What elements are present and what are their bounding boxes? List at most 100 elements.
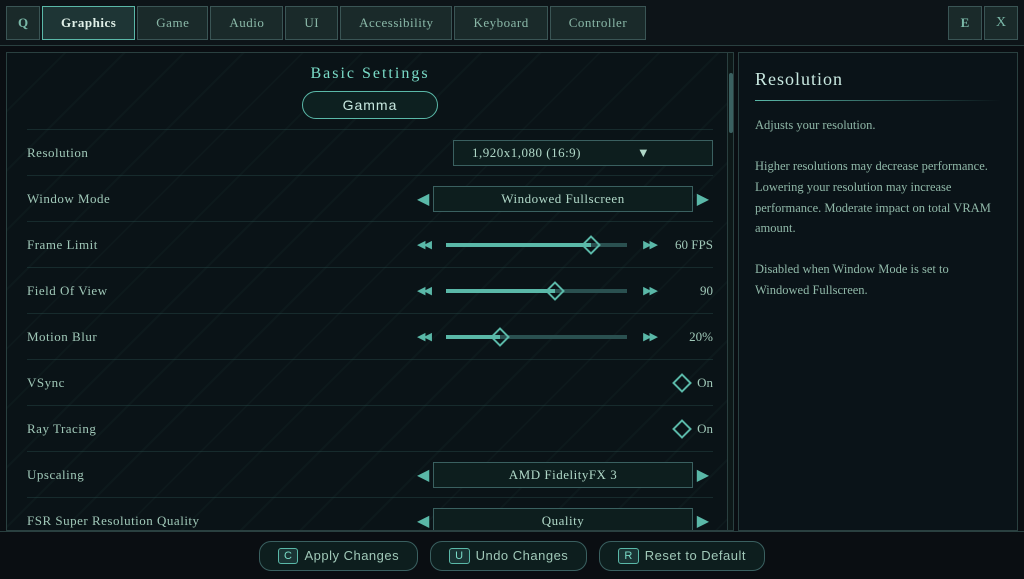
motion-blur-track-bar: [446, 335, 627, 339]
vsync-control: On: [227, 375, 713, 391]
upscaling-prev-button[interactable]: ◀: [413, 465, 433, 485]
fov-track[interactable]: [442, 281, 631, 301]
vsync-diamond-icon: [672, 373, 692, 393]
frame-limit-fill: [446, 243, 591, 247]
tab-controller[interactable]: Controller: [550, 6, 646, 40]
setting-row-fov: Field Of View ◀◀ ▶▶ 90: [27, 267, 713, 313]
ray-tracing-label: Ray Tracing: [27, 421, 227, 437]
window-mode-prev-button[interactable]: ◀: [413, 189, 433, 209]
motion-blur-inc-button[interactable]: ▶▶: [639, 330, 660, 343]
upscaling-label: Upscaling: [27, 467, 227, 483]
fov-label: Field Of View: [27, 283, 227, 299]
undo-key-badge: U: [449, 548, 469, 564]
panel-title: Basic Settings: [7, 53, 733, 91]
fov-thumb: [545, 281, 565, 301]
setting-row-window-mode: Window Mode ◀ Windowed Fullscreen ▶: [27, 175, 713, 221]
info-title: Resolution: [755, 69, 1001, 90]
close-button[interactable]: X: [984, 6, 1018, 40]
apply-key-badge: C: [278, 548, 298, 564]
frame-limit-value: 60 FPS: [668, 237, 713, 253]
tab-game[interactable]: Game: [137, 6, 208, 40]
fov-track-bar: [446, 289, 627, 293]
vsync-toggle[interactable]: On: [633, 375, 713, 391]
frame-limit-inc-button[interactable]: ▶▶: [639, 238, 660, 251]
fsr-label: FSR Super Resolution Quality: [27, 513, 227, 529]
apply-label: Apply Changes: [304, 548, 399, 563]
fov-slider: ◀◀ ▶▶ 90: [413, 281, 713, 301]
tab-keyboard[interactable]: Keyboard: [454, 6, 547, 40]
info-text: Adjusts your resolution. Higher resoluti…: [755, 115, 1001, 301]
apply-changes-button[interactable]: C Apply Changes: [259, 541, 418, 571]
window-mode-label: Window Mode: [27, 191, 227, 207]
tab-accessibility[interactable]: Accessibility: [340, 6, 452, 40]
ray-tracing-diamond-icon: [672, 419, 692, 439]
motion-blur-thumb: [490, 327, 510, 347]
info-divider: [755, 100, 1001, 101]
settings-area: Resolution 1,920x1,080 (16:9) ▼ Window M…: [7, 129, 733, 531]
gamma-section: Gamma: [7, 91, 733, 119]
setting-row-fsr: FSR Super Resolution Quality ◀ Quality ▶: [27, 497, 713, 531]
window-mode-arrow-control: ◀ Windowed Fullscreen ▶: [413, 186, 713, 212]
upscaling-value: AMD FidelityFX 3: [433, 462, 692, 488]
vsync-value: On: [697, 375, 713, 391]
fov-control: ◀◀ ▶▶ 90: [227, 281, 713, 301]
undo-changes-button[interactable]: U Undo Changes: [430, 541, 587, 571]
setting-row-frame-limit: Frame Limit ◀◀ ▶▶ 60 FPS: [27, 221, 713, 267]
setting-row-motion-blur: Motion Blur ◀◀ ▶▶ 20%: [27, 313, 713, 359]
resolution-control: 1,920x1,080 (16:9) ▼: [227, 140, 713, 166]
motion-blur-dec-button[interactable]: ◀◀: [413, 330, 434, 343]
frame-limit-label: Frame Limit: [27, 237, 227, 253]
reset-label: Reset to Default: [645, 548, 746, 563]
left-panel: Basic Settings Gamma Resolution 1,920x1,…: [6, 52, 734, 531]
resolution-dropdown[interactable]: 1,920x1,080 (16:9) ▼: [453, 140, 713, 166]
window-mode-next-button[interactable]: ▶: [693, 189, 713, 209]
fsr-value: Quality: [433, 508, 692, 532]
gamma-button[interactable]: Gamma: [302, 91, 439, 119]
nav-right-icon[interactable]: E: [948, 6, 982, 40]
resolution-label: Resolution: [27, 145, 227, 161]
upscaling-control: ◀ AMD FidelityFX 3 ▶: [227, 462, 713, 488]
window-mode-value: Windowed Fullscreen: [433, 186, 692, 212]
dropdown-arrow-icon: ▼: [585, 145, 702, 161]
motion-blur-slider: ◀◀ ▶▶ 20%: [413, 327, 713, 347]
fsr-prev-button[interactable]: ◀: [413, 511, 433, 531]
window-mode-control: ◀ Windowed Fullscreen ▶: [227, 186, 713, 212]
fov-fill: [446, 289, 555, 293]
setting-row-resolution: Resolution 1,920x1,080 (16:9) ▼: [27, 129, 713, 175]
tab-audio[interactable]: Audio: [210, 6, 283, 40]
frame-limit-dec-button[interactable]: ◀◀: [413, 238, 434, 251]
right-panel: Resolution Adjusts your resolution. High…: [738, 52, 1018, 531]
tab-ui[interactable]: UI: [285, 6, 338, 40]
upscaling-arrow-control: ◀ AMD FidelityFX 3 ▶: [413, 462, 713, 488]
frame-limit-track-bar: [446, 243, 627, 247]
main-content: Basic Settings Gamma Resolution 1,920x1,…: [0, 46, 1024, 531]
setting-row-upscaling: Upscaling ◀ AMD FidelityFX 3 ▶: [27, 451, 713, 497]
fov-dec-button[interactable]: ◀◀: [413, 284, 434, 297]
motion-blur-track[interactable]: [442, 327, 631, 347]
upscaling-next-button[interactable]: ▶: [693, 465, 713, 485]
fsr-control: ◀ Quality ▶: [227, 508, 713, 532]
motion-blur-control: ◀◀ ▶▶ 20%: [227, 327, 713, 347]
ray-tracing-value: On: [697, 421, 713, 437]
bottom-bar: C Apply Changes U Undo Changes R Reset t…: [0, 531, 1024, 579]
vsync-label: VSync: [27, 375, 227, 391]
frame-limit-thumb: [581, 235, 601, 255]
reset-default-button[interactable]: R Reset to Default: [599, 541, 765, 571]
frame-limit-slider: ◀◀ ▶▶ 60 FPS: [413, 235, 713, 255]
fov-inc-button[interactable]: ▶▶: [639, 284, 660, 297]
nav-left-icon[interactable]: Q: [6, 6, 40, 40]
fsr-next-button[interactable]: ▶: [693, 511, 713, 531]
setting-row-vsync: VSync On: [27, 359, 713, 405]
fsr-arrow-control: ◀ Quality ▶: [413, 508, 713, 532]
tab-graphics[interactable]: Graphics: [42, 6, 135, 40]
motion-blur-label: Motion Blur: [27, 329, 227, 345]
frame-limit-track[interactable]: [442, 235, 631, 255]
reset-key-badge: R: [618, 548, 638, 564]
frame-limit-control: ◀◀ ▶▶ 60 FPS: [227, 235, 713, 255]
fov-value: 90: [668, 283, 713, 299]
nav-bar: Q Graphics Game Audio UI Accessibility K…: [0, 0, 1024, 46]
undo-label: Undo Changes: [476, 548, 569, 563]
motion-blur-value: 20%: [668, 329, 713, 345]
ray-tracing-toggle[interactable]: On: [633, 421, 713, 437]
ray-tracing-control: On: [227, 421, 713, 437]
